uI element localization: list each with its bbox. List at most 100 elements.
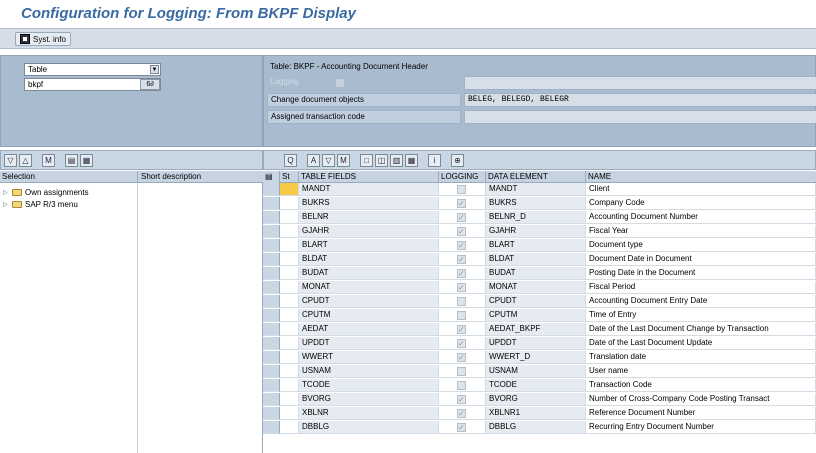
tree-node-label: Own assignments (25, 188, 89, 197)
table-row[interactable]: USNAM USNAM User name (263, 365, 816, 378)
logging-checkbox[interactable] (457, 324, 466, 335)
table-row[interactable]: BUDATBUDATPosting Date in the Document (263, 267, 816, 280)
row-selector[interactable] (263, 183, 280, 196)
logging-checkbox[interactable] (457, 282, 466, 293)
info-icon[interactable]: i (428, 153, 441, 167)
table-row[interactable]: BLARTBLARTDocument type (263, 239, 816, 252)
logging-checkbox[interactable] (457, 408, 466, 419)
row-selector[interactable] (263, 323, 280, 336)
graphic-icon[interactable]: ▦ (405, 153, 418, 167)
col-header-logging[interactable]: LOGGING (439, 171, 486, 183)
table-row[interactable]: BUKRSBUKRSCompany Code (263, 197, 816, 210)
logging-checkbox[interactable] (457, 240, 466, 251)
table-row[interactable]: GJAHRGJAHRFiscal Year (263, 225, 816, 238)
table-row[interactable]: MONATMONATFiscal Period (263, 281, 816, 294)
logging-checkbox[interactable] (457, 254, 466, 265)
data-element-cell: XBLNR1 (486, 407, 586, 420)
tree-node-own-assignments[interactable]: ▷ Own assignments (3, 187, 89, 198)
row-selector[interactable] (263, 281, 280, 294)
filter-icon[interactable]: ▽ (4, 153, 17, 167)
logging-checkbox[interactable] (457, 352, 466, 363)
table-row[interactable]: DBBLGDBBLGRecurring Entry Document Numbe… (263, 421, 816, 434)
table-row[interactable]: BVORGBVORGNumber of Cross-Company Code P… (263, 393, 816, 406)
tree-header-short-description[interactable]: Short description (141, 172, 201, 181)
col-header-table-fields[interactable]: TABLE FIELDS (299, 171, 439, 183)
tree-header-selection[interactable]: Selection (2, 172, 35, 181)
details-icon[interactable]: Q (284, 153, 297, 167)
print-icon[interactable]: ▤ (65, 153, 78, 167)
table-row[interactable]: CPUDT CPUDT Accounting Document Entry Date (263, 295, 816, 308)
logging-checkbox (335, 78, 345, 88)
logging-checkbox[interactable] (457, 381, 466, 390)
row-selector[interactable] (263, 407, 280, 420)
logging-checkbox[interactable] (457, 338, 466, 349)
data-element-cell: BLART (486, 239, 586, 252)
row-selector[interactable] (263, 421, 280, 434)
row-selector[interactable] (263, 351, 280, 364)
logging-checkbox[interactable] (457, 212, 466, 223)
table-row[interactable]: XBLNR XBLNR1Reference Document Number (263, 407, 816, 420)
logging-cell (439, 281, 486, 294)
table-row[interactable]: WWERT WWERT_DTranslation date (263, 351, 816, 364)
logging-checkbox[interactable] (457, 367, 466, 376)
table-row[interactable]: BELNR BELNR_DAccounting Document Number (263, 211, 816, 224)
display-object-button[interactable]: 6∂ (140, 79, 160, 90)
logging-cell (439, 309, 486, 322)
col-header-name[interactable]: NAME (586, 171, 816, 183)
table-row[interactable]: BLDATBLDATDocument Date in Document (263, 253, 816, 266)
tree-node-sap-menu[interactable]: ▷ SAP R/3 menu (3, 199, 78, 210)
row-selector[interactable] (263, 253, 280, 266)
print-icon[interactable]: A (307, 153, 320, 167)
row-selector[interactable] (263, 239, 280, 252)
row-selector[interactable] (263, 393, 280, 406)
table-row[interactable]: CPUTM CPUTM Time of Entry (263, 309, 816, 322)
table-row[interactable]: TCODE TCODE Transaction Code (263, 379, 816, 392)
row-selector[interactable] (263, 337, 280, 350)
status-cell (280, 351, 299, 364)
object-type-select[interactable]: Table ▼ (24, 63, 161, 76)
layout-icon[interactable]: ▦ (80, 153, 93, 167)
logging-checkbox[interactable] (457, 198, 466, 209)
name-cell: Reference Document Number (586, 407, 816, 420)
select-all-icon[interactable]: ▤ (263, 171, 280, 183)
logging-cell (439, 183, 486, 196)
row-selector[interactable] (263, 365, 280, 378)
logging-checkbox[interactable] (457, 268, 466, 279)
row-selector[interactable] (263, 309, 280, 322)
logging-checkbox[interactable] (457, 297, 466, 306)
name-cell: Transaction Code (586, 379, 816, 392)
logging-checkbox[interactable] (457, 226, 466, 237)
row-selector[interactable] (263, 225, 280, 238)
export-icon[interactable]: □ (360, 153, 373, 167)
find-icon[interactable]: M (42, 153, 55, 167)
logging-checkbox[interactable] (457, 185, 466, 194)
expand-arrow-icon[interactable]: ▷ (3, 201, 9, 208)
row-selector[interactable] (263, 197, 280, 210)
change-doc-value: BELEG, BELEGD, BELEGR (464, 93, 816, 107)
row-selector[interactable] (263, 211, 280, 224)
expand-icon[interactable]: ⊕ (451, 153, 464, 167)
filter-icon[interactable]: ▽ (322, 153, 335, 167)
table-row[interactable]: AEDAT AEDAT_BKPFDate of the Last Document… (263, 323, 816, 336)
col-header-data-element[interactable]: DATA ELEMENT (486, 171, 586, 183)
syst-info-button[interactable]: Syst. info (15, 32, 71, 46)
name-cell: Date of the Last Document Update (586, 337, 816, 350)
col-header-status[interactable]: St (280, 171, 299, 183)
table-row[interactable]: UPDDTUPDDTDate of the Last Document Upda… (263, 337, 816, 350)
logging-row: Logging (267, 76, 816, 90)
logging-checkbox[interactable] (457, 422, 466, 433)
chevron-down-icon[interactable]: ▼ (150, 65, 159, 74)
layout-icon[interactable]: ◫ (375, 153, 388, 167)
logging-checkbox[interactable] (457, 394, 466, 405)
find-icon[interactable]: M (337, 153, 350, 167)
grid-icon[interactable]: ▥ (390, 153, 403, 167)
row-selector[interactable] (263, 295, 280, 308)
table-field-cell: MONAT (299, 281, 439, 294)
logging-value (464, 76, 816, 90)
logging-checkbox[interactable] (457, 311, 466, 320)
sort-icon[interactable]: △ (19, 153, 32, 167)
table-row[interactable]: MANDT MANDT Client (263, 183, 816, 196)
row-selector[interactable] (263, 379, 280, 392)
expand-arrow-icon[interactable]: ▷ (3, 189, 9, 196)
row-selector[interactable] (263, 267, 280, 280)
